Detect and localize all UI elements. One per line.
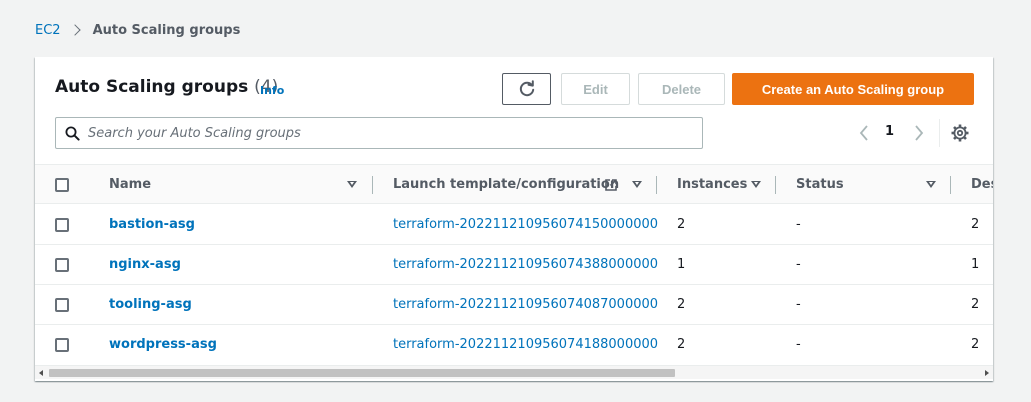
- column-header-status[interactable]: Status: [796, 177, 844, 192]
- scrollbar-thumb[interactable]: [49, 369, 675, 377]
- scroll-left-arrow-icon[interactable]: [39, 370, 43, 376]
- desired-capacity: 2: [971, 297, 980, 312]
- status-value: -: [796, 337, 801, 352]
- column-header-desired[interactable]: Des: [971, 177, 993, 192]
- column-header-launch-template[interactable]: Launch template/configuration: [393, 177, 619, 192]
- current-page-number[interactable]: 1: [885, 124, 894, 139]
- auto-scaling-groups-panel: Auto Scaling groups (4) Info Edit Delete…: [35, 57, 993, 381]
- status-value: -: [796, 257, 801, 272]
- table-row[interactable]: nginx-asg terraform-20221121095607438800…: [35, 245, 993, 285]
- desired-capacity: 1: [971, 257, 980, 272]
- info-link[interactable]: Info: [260, 84, 284, 97]
- desired-capacity: 2: [971, 337, 980, 352]
- row-checkbox[interactable]: [55, 298, 69, 312]
- sort-icon[interactable]: [751, 181, 761, 188]
- search-icon: [65, 126, 80, 141]
- breadcrumb: EC2 Auto Scaling groups: [35, 21, 240, 39]
- horizontal-scrollbar[interactable]: [35, 365, 993, 379]
- search-box: [55, 117, 703, 149]
- chevron-right-icon: [68, 24, 81, 36]
- page-title: Auto Scaling groups (4): [55, 77, 278, 97]
- gear-icon[interactable]: [950, 123, 970, 143]
- sort-icon[interactable]: [347, 181, 357, 188]
- refresh-icon: [519, 80, 534, 97]
- column-resizer[interactable]: [775, 176, 776, 194]
- table-row[interactable]: bastion-asg terraform-202211210956074150…: [35, 205, 993, 245]
- next-page-icon[interactable]: [911, 123, 927, 143]
- desired-capacity: 2: [971, 217, 980, 232]
- asg-name-link[interactable]: nginx-asg: [109, 257, 181, 272]
- select-all-checkbox[interactable]: [55, 178, 69, 192]
- table-row[interactable]: tooling-asg terraform-202211210956074087…: [35, 285, 993, 325]
- asg-name-link[interactable]: bastion-asg: [109, 217, 195, 232]
- launch-template-link[interactable]: terraform-20221121095607415000000​0: [393, 217, 658, 232]
- launch-template-link[interactable]: terraform-20221121095607418800000​0: [393, 337, 658, 352]
- row-checkbox[interactable]: [55, 258, 69, 272]
- column-resizer[interactable]: [372, 176, 373, 194]
- table-header: Name Launch template/configuration Insta…: [35, 164, 993, 204]
- column-resizer[interactable]: [950, 176, 951, 194]
- delete-button[interactable]: Delete: [638, 73, 725, 105]
- instances-count: 1: [677, 257, 686, 272]
- instances-count: 2: [677, 297, 686, 312]
- scroll-right-arrow-icon[interactable]: [985, 370, 989, 376]
- title-text: Auto Scaling groups: [55, 77, 249, 97]
- launch-template-link[interactable]: terraform-20221121095607438800000​0: [393, 257, 658, 272]
- launch-template-link[interactable]: terraform-20221121095607408700000​0: [393, 297, 658, 312]
- column-header-name[interactable]: Name: [109, 177, 151, 192]
- table-row[interactable]: wordpress-asg terraform-2022112109560741…: [35, 325, 993, 365]
- breadcrumb-ec2-link[interactable]: EC2: [35, 23, 61, 38]
- sort-icon[interactable]: [632, 181, 642, 188]
- sort-icon[interactable]: [926, 181, 936, 188]
- column-resizer[interactable]: [656, 176, 657, 194]
- row-checkbox[interactable]: [55, 218, 69, 232]
- asg-name-link[interactable]: tooling-asg: [109, 297, 192, 312]
- external-link-icon: [605, 179, 617, 191]
- asg-name-link[interactable]: wordpress-asg: [109, 337, 217, 352]
- create-auto-scaling-group-button[interactable]: Create an Auto Scaling group: [732, 73, 974, 105]
- pagination-divider: [939, 119, 940, 147]
- refresh-button[interactable]: [502, 73, 551, 105]
- breadcrumb-current: Auto Scaling groups: [92, 22, 241, 38]
- instances-count: 2: [677, 217, 686, 232]
- column-header-instances[interactable]: Instances: [677, 177, 747, 192]
- search-input[interactable]: [88, 118, 688, 148]
- row-checkbox[interactable]: [55, 338, 69, 352]
- status-value: -: [796, 297, 801, 312]
- previous-page-icon[interactable]: [856, 123, 872, 143]
- instances-count: 2: [677, 337, 686, 352]
- status-value: -: [796, 217, 801, 232]
- edit-button[interactable]: Edit: [561, 73, 630, 105]
